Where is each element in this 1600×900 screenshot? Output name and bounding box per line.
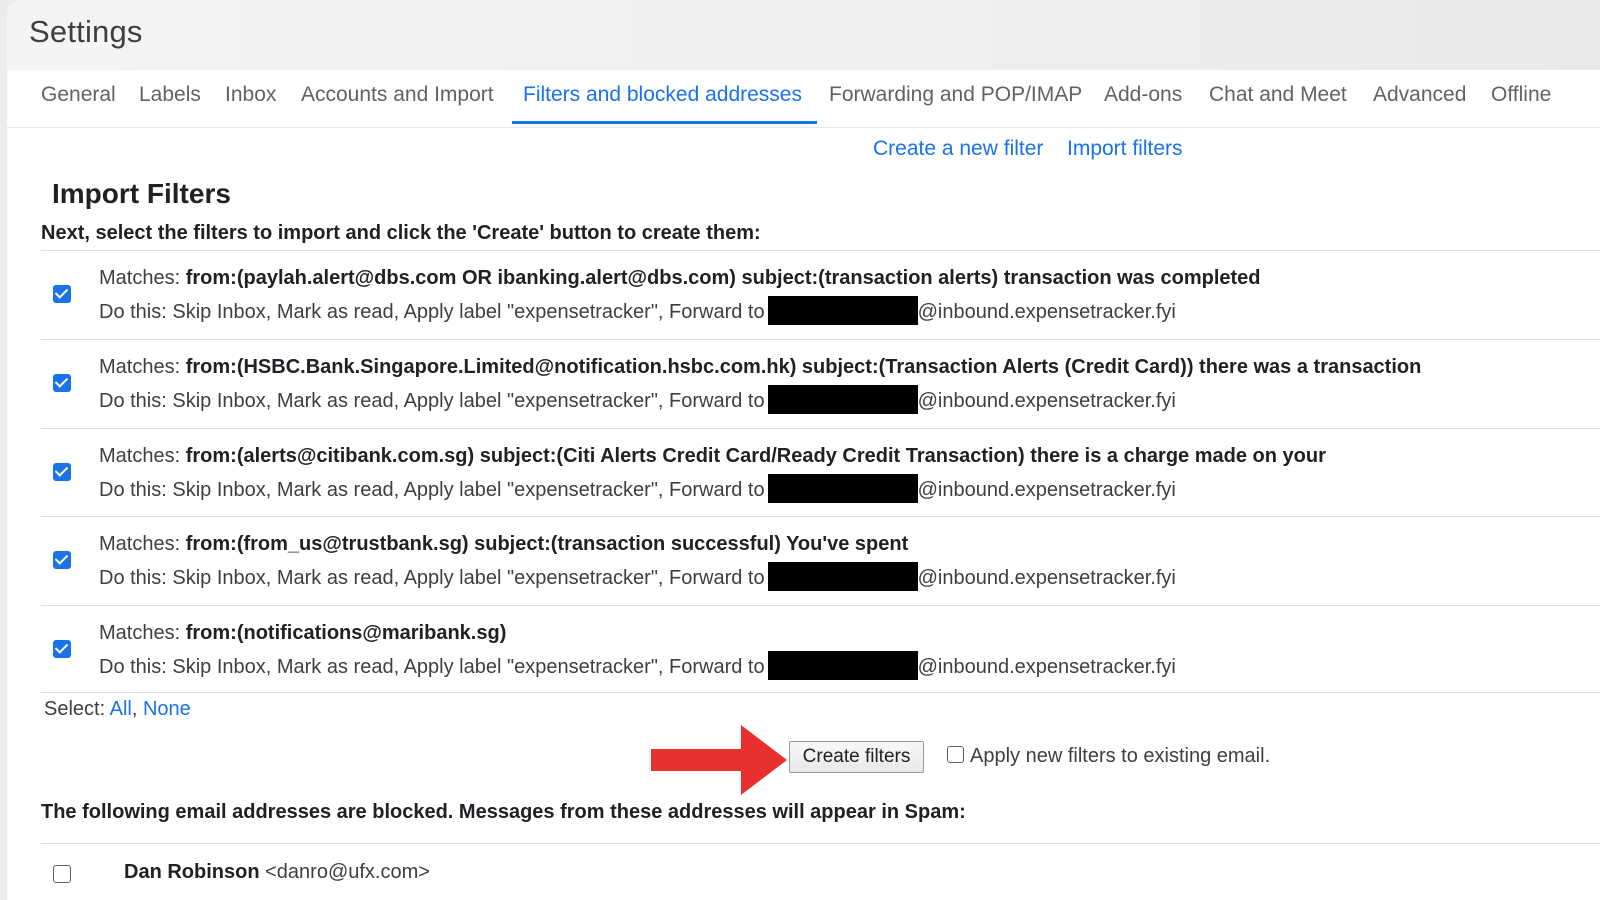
filter-checkbox[interactable] — [53, 551, 71, 569]
select-label: Select: — [44, 698, 106, 720]
criteria-text: from:(HSBC.Bank.Singapore.Limited@notifi… — [185, 356, 1422, 378]
apply-existing-checkbox[interactable] — [947, 746, 964, 763]
settings-tabs: General Labels Inbox Accounts and Import… — [7, 70, 1600, 128]
select-none-link[interactable]: None — [143, 698, 191, 720]
filter-checkbox[interactable] — [53, 640, 71, 658]
filter-checkbox[interactable] — [53, 285, 71, 303]
filter-checkbox[interactable] — [53, 374, 71, 392]
action-text: Do this: Skip Inbox, Mark as read, Apply… — [99, 479, 765, 501]
filter-action: Do this: Skip Inbox, Mark as read, Apply… — [99, 385, 1176, 414]
create-filters-button[interactable]: Create filters — [789, 741, 924, 773]
divider — [41, 692, 1600, 693]
criteria-text: from:(alerts@citibank.com.sg) subject:(C… — [185, 445, 1326, 467]
select-separator: , — [131, 698, 138, 720]
tab-labels[interactable]: Labels — [139, 83, 201, 107]
tab-forwarding-and-pop-imap[interactable]: Forwarding and POP/IMAP — [829, 83, 1082, 107]
criteria-text: from:(notifications@maribank.sg) — [185, 622, 507, 644]
import-instruction: Next, select the filters to import and c… — [41, 222, 761, 244]
action-text: Do this: Skip Inbox, Mark as read, Apply… — [99, 301, 765, 323]
filter-row: Matches: from:(paylah.alert@dbs.com OR i… — [41, 251, 1600, 339]
matches-label: Matches: — [99, 533, 181, 555]
active-tab-indicator — [512, 121, 817, 124]
divider — [41, 843, 1600, 844]
filter-checkbox[interactable] — [53, 463, 71, 481]
red-arrow-annotation — [651, 725, 787, 795]
tab-general[interactable]: General — [41, 83, 116, 107]
redacted-address — [767, 474, 918, 503]
filter-action: Do this: Skip Inbox, Mark as read, Apply… — [99, 296, 1176, 325]
redacted-address — [767, 651, 918, 680]
matches-label: Matches: — [99, 267, 181, 289]
import-filters-link[interactable]: Import filters — [1067, 137, 1183, 161]
tab-offline[interactable]: Offline — [1491, 83, 1551, 107]
tab-advanced[interactable]: Advanced — [1373, 83, 1466, 107]
criteria-text: from:(paylah.alert@dbs.com OR ibanking.a… — [185, 267, 1261, 289]
matches-label: Matches: — [99, 356, 181, 378]
filter-criteria: Matches: from:(HSBC.Bank.Singapore.Limit… — [99, 356, 1421, 379]
blocked-sender-email: <danro@ufx.com> — [265, 861, 430, 883]
redacted-address — [767, 296, 918, 325]
filter-row: Matches: from:(HSBC.Bank.Singapore.Limit… — [41, 340, 1600, 428]
filter-action: Do this: Skip Inbox, Mark as read, Apply… — [99, 474, 1176, 503]
filter-criteria: Matches: from:(notifications@maribank.sg… — [99, 622, 506, 645]
matches-label: Matches: — [99, 445, 181, 467]
filter-action: Do this: Skip Inbox, Mark as read, Apply… — [99, 651, 1176, 680]
matches-label: Matches: — [99, 622, 181, 644]
filter-criteria: Matches: from:(paylah.alert@dbs.com OR i… — [99, 267, 1261, 290]
tab-chat-and-meet[interactable]: Chat and Meet — [1209, 83, 1347, 107]
tab-accounts-and-import[interactable]: Accounts and Import — [301, 83, 494, 107]
section-title: Import Filters — [52, 178, 231, 209]
blocked-addresses-title: The following email addresses are blocke… — [41, 801, 966, 823]
blocked-sender: Dan Robinson <danro@ufx.com> — [124, 861, 430, 884]
tab-add-ons[interactable]: Add-ons — [1104, 83, 1182, 107]
forward-domain: @inbound.expensetracker.fyi — [917, 656, 1176, 678]
tab-inbox[interactable]: Inbox — [225, 83, 276, 107]
action-text: Do this: Skip Inbox, Mark as read, Apply… — [99, 656, 765, 678]
filter-row: Matches: from:(from_us@trustbank.sg) sub… — [41, 517, 1600, 605]
redacted-address — [767, 562, 918, 591]
tab-filters-and-blocked-addresses[interactable]: Filters and blocked addresses — [523, 83, 802, 107]
create-new-filter-link[interactable]: Create a new filter — [873, 137, 1043, 161]
apply-existing-label: Apply new filters to existing email. — [970, 745, 1271, 767]
action-text: Do this: Skip Inbox, Mark as read, Apply… — [99, 390, 765, 412]
blocked-checkbox[interactable] — [53, 865, 71, 883]
filter-row: Matches: from:(alerts@citibank.com.sg) s… — [41, 429, 1600, 517]
filter-action: Do this: Skip Inbox, Mark as read, Apply… — [99, 562, 1176, 591]
title-bar: Settings — [7, 0, 1600, 70]
settings-window: Settings General Labels Inbox Accounts a… — [7, 0, 1600, 900]
blocked-row: Dan Robinson <danro@ufx.com> — [41, 845, 1600, 900]
page-title: Settings — [29, 14, 143, 49]
blocked-sender-name: Dan Robinson — [124, 861, 260, 883]
filter-row: Matches: from:(notifications@maribank.sg… — [41, 606, 1600, 694]
filter-criteria: Matches: from:(from_us@trustbank.sg) sub… — [99, 533, 908, 556]
redacted-address — [767, 385, 918, 414]
select-controls: Select: All, None — [44, 698, 191, 721]
forward-domain: @inbound.expensetracker.fyi — [917, 390, 1176, 412]
forward-domain: @inbound.expensetracker.fyi — [917, 301, 1176, 323]
select-all-link[interactable]: All — [110, 698, 132, 720]
forward-domain: @inbound.expensetracker.fyi — [917, 479, 1176, 501]
criteria-text: from:(from_us@trustbank.sg) subject:(tra… — [185, 533, 909, 555]
filter-criteria: Matches: from:(alerts@citibank.com.sg) s… — [99, 445, 1326, 468]
action-text: Do this: Skip Inbox, Mark as read, Apply… — [99, 567, 765, 589]
forward-domain: @inbound.expensetracker.fyi — [917, 567, 1176, 589]
